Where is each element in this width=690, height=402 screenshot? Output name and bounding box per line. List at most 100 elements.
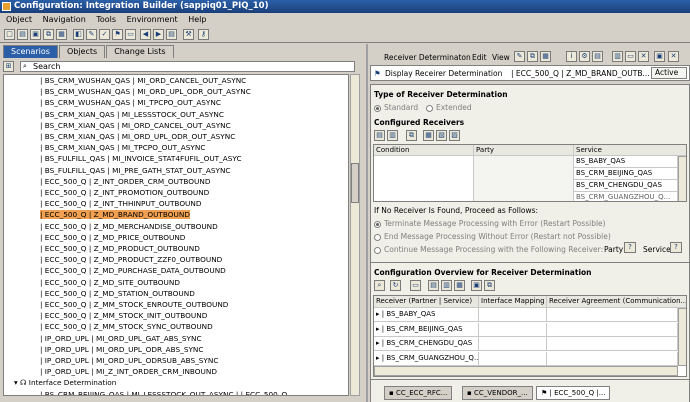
tree-row[interactable]: | ECC_500_Q | Z_INT_THHINPUT_OUTBOUND <box>40 198 201 209</box>
map-icon[interactable]: ⧉ <box>484 280 495 291</box>
overview-mapping-cell[interactable] <box>479 308 547 322</box>
tree-row[interactable]: | ECC_500_Q | Z_MD_PURCHASE_DATA_OUTBOUN… <box>40 265 226 276</box>
tree-scrollbar[interactable] <box>350 74 360 396</box>
radio-extended[interactable] <box>426 104 433 112</box>
object-tree[interactable]: | BS_CRM_WUSHAN_QAS | MI_ORD_CANCEL_OUT_… <box>3 74 349 396</box>
overview-scrollbar[interactable] <box>678 308 686 366</box>
save-icon[interactable]: ▣ <box>30 29 41 40</box>
radio-standard[interactable] <box>374 104 381 112</box>
rd-menu-edit[interactable]: Edit <box>472 53 487 62</box>
overview-row[interactable]: ▸ | BS_CRM_GUANGZHOU_Q... <box>374 351 479 366</box>
copy-icon[interactable]: ⧉ <box>43 29 54 40</box>
move-row-icon[interactable]: ▦ <box>423 130 434 141</box>
tree-row[interactable]: | BS_CRM_XIAN_QAS | MI_TPCPO_OUT_ASYNC <box>40 142 205 153</box>
party-cell[interactable] <box>474 156 574 201</box>
radio-end[interactable] <box>374 233 381 241</box>
overview-mapping-cell[interactable] <box>479 337 547 351</box>
display-icon[interactable]: ◧ <box>73 29 84 40</box>
radio-terminate[interactable] <box>374 220 381 228</box>
service-help-icon[interactable]: ? <box>670 242 682 253</box>
tree-row[interactable]: | BS_CRM_BEIJING_QAS | MI_LESSSTOCK_OUT_… <box>40 389 287 395</box>
rd-menu-view[interactable]: View <box>492 53 510 62</box>
tree-row[interactable]: | BS_CRM_XIAN_QAS | MI_LESSSTOCK_OUT_ASY… <box>40 109 224 120</box>
overview-mapping-cell[interactable] <box>479 351 547 366</box>
tree-row[interactable]: | BS_FULFILL_QAS | MI_INVOICE_STAT4FUFIL… <box>40 153 242 164</box>
menu-tools[interactable]: Tools <box>96 15 116 24</box>
tree-row[interactable]: | ECC_500_Q | Z_MM_STOCK_SYNC_OUTBOUND <box>40 321 213 332</box>
search-input[interactable]: ⌕ Search <box>20 61 355 72</box>
tree-row[interactable]: | IP_ORD_UPL | MI_ORD_UPL_GAT_ABS_SYNC <box>40 333 202 344</box>
tree-row[interactable]: | BS_FULFILL_QAS | MI_PRE_GATH_STAT_OUT_… <box>40 165 231 176</box>
tree-row[interactable]: | ECC_500_Q | Z_MD_MERCHANDISE_OUTBOUND <box>40 221 218 232</box>
tree-row[interactable]: | IP_ORD_UPL | MI_Z_INT_ORDER_CRM_INBOUN… <box>40 366 217 377</box>
open-icon[interactable]: ▤ <box>17 29 28 40</box>
doc-row-icon[interactable]: ▦ <box>454 280 465 291</box>
service-cell-2[interactable]: BS_CRM_CHENGDU_QAS <box>574 180 678 192</box>
tree-row[interactable]: | ECC_500_Q | Z_INT_PROMOTION_OUTBOUND <box>40 187 209 198</box>
filter-icon[interactable]: ⊞ <box>3 61 14 72</box>
radio-continue[interactable] <box>374 246 381 254</box>
check-icon[interactable]: ✓ <box>99 29 110 40</box>
sort-icon[interactable]: ▧ <box>436 130 447 141</box>
tree-row[interactable]: | ECC_500_Q | Z_MD_BRAND_OUTBOUND <box>40 209 190 220</box>
bottom-tab-cc-vendor[interactable]: ▪ CC_VENDOR_... <box>462 386 533 400</box>
forward-icon[interactable]: ▶ <box>153 29 164 40</box>
bottom-tab-ecc-500[interactable]: ⚑ | ECC_500_Q |... <box>536 386 611 400</box>
back-icon[interactable]: ◀ <box>140 29 151 40</box>
opt-terminate[interactable]: Terminate Message Processing with Error … <box>374 219 606 228</box>
screen-icon[interactable]: ▭ <box>625 51 636 62</box>
overview-row[interactable]: ▸ | BS_CRM_BEIJING_QAS <box>374 322 479 337</box>
menu-help[interactable]: Help <box>188 15 206 24</box>
tree-row[interactable]: | BS_CRM_XIAN_QAS | MI_ORD_CANCEL_OUT_AS… <box>40 120 231 131</box>
close-view-icon[interactable]: ✕ <box>638 51 649 62</box>
bottom-tab-cc-ecc-rfc[interactable]: ▪ CC_ECC_RFC... <box>384 386 453 400</box>
overview-agreement-cell[interactable] <box>547 351 678 366</box>
insert-row-icon[interactable]: ▤ <box>374 130 385 141</box>
overview-agreement-cell[interactable] <box>547 322 678 337</box>
menu-navigation[interactable]: Navigation <box>43 15 86 24</box>
menu-object[interactable]: Object <box>6 15 32 24</box>
doc-icon[interactable]: ▤ <box>592 51 603 62</box>
window-icon[interactable]: ▭ <box>125 29 136 40</box>
tree-row[interactable]: | ECC_500_Q | Z_MM_STOCK_ENROUTE_OUTBOUN… <box>40 299 228 310</box>
tree-row[interactable]: | ECC_500_Q | Z_MD_PRODUCT_OUTBOUND <box>40 243 200 254</box>
activate-icon[interactable]: ⚑ <box>112 29 123 40</box>
print-icon[interactable]: ▦ <box>56 29 67 40</box>
display-change-icon[interactable]: ✎ <box>514 51 525 62</box>
opt-continue[interactable]: Continue Message Processing with the Fol… <box>374 245 603 254</box>
party-help-icon[interactable]: ? <box>624 242 636 253</box>
grid-icon[interactable]: ▣ <box>471 280 482 291</box>
expand-icon[interactable]: ▣ <box>654 51 665 62</box>
rd-menu-title[interactable]: Receiver Determinaton <box>384 53 471 62</box>
condition-cell[interactable] <box>374 156 474 201</box>
overview-hscrollbar[interactable] <box>374 366 678 376</box>
tree-row[interactable]: | ECC_500_Q | Z_INT_ORDER_CRM_OUTBOUND <box>40 176 210 187</box>
history-icon[interactable]: ▤ <box>166 29 177 40</box>
overview-agreement-cell[interactable] <box>547 308 678 322</box>
key-icon[interactable]: ⚷ <box>198 29 209 40</box>
overview-agreement-cell[interactable] <box>547 337 678 351</box>
filter-row-icon[interactable]: ▨ <box>449 130 460 141</box>
tool-icon[interactable]: ⚒ <box>183 29 194 40</box>
tree-row[interactable]: | ECC_500_Q | Z_MD_STATION_OUTBOUND <box>40 288 195 299</box>
copy-row-icon[interactable]: ⧉ <box>406 130 417 141</box>
tree-row[interactable]: | BS_CRM_WUSHAN_QAS | MI_ORD_CANCEL_OUT_… <box>40 75 246 86</box>
overview-mapping-cell[interactable] <box>479 322 547 337</box>
tree-row[interactable]: | ECC_500_Q | Z_MD_PRICE_OUTBOUND <box>40 232 185 243</box>
tree-row[interactable]: | IP_ORD_UPL | MI_ORD_UPL_ODRSUB_ABS_SYN… <box>40 355 218 366</box>
tree-row[interactable]: | IP_ORD_UPL | MI_ORD_UPL_ODR_ABS_SYNC <box>40 344 203 355</box>
tree-scroll-thumb[interactable] <box>351 163 359 203</box>
tree-row[interactable]: ▾ ☊ Interface Determination <box>14 377 116 388</box>
tree-row[interactable]: | BS_CRM_WUSHAN_QAS | MI_TPCPO_OUT_ASYNC <box>40 97 221 108</box>
view-icon[interactable]: ▭ <box>410 280 421 291</box>
close-editor-icon[interactable]: ✕ <box>668 51 679 62</box>
overview-row[interactable]: ▸ | BS_CRM_CHENGDU_QAS <box>374 337 479 351</box>
new-icon[interactable]: □ <box>4 29 15 40</box>
info-icon[interactable]: i <box>566 51 577 62</box>
menu-environment[interactable]: Environment <box>127 15 178 24</box>
tab-objects[interactable]: Objects <box>58 45 106 58</box>
print-object-icon[interactable]: ▥ <box>612 51 623 62</box>
service-cell-1[interactable]: BS_CRM_BEIJING_QAS <box>574 168 678 180</box>
receivers-scrollbar[interactable] <box>678 156 686 201</box>
overview-row[interactable]: ▸ | BS_BABY_QAS <box>374 308 479 322</box>
